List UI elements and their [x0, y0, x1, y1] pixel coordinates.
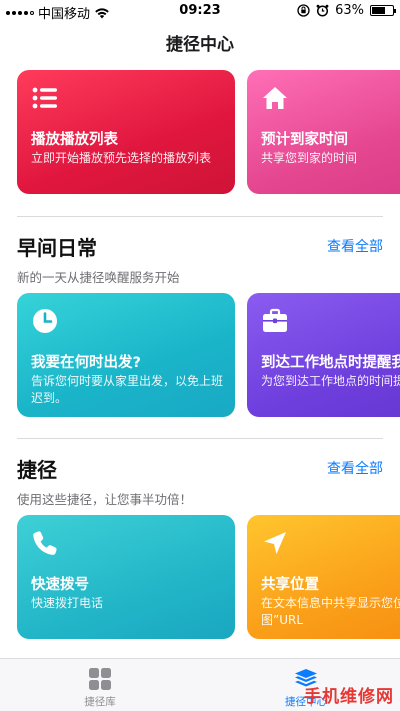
shortcut-card-share-location[interactable]: 共享位置 在文本信息中共享显示您位置的“地图”URL — [247, 515, 400, 639]
section-header-shortcuts: 捷径 查看全部 使用这些捷径，让您事半功倍！ — [17, 454, 383, 508]
card-title: 我要在何时出发? — [31, 355, 141, 371]
watermark: 手机维修网 — [304, 687, 394, 707]
section-header-morning: 早间日常 查看全部 新的一天从捷径唤醒服务开始 — [17, 232, 383, 286]
card-title: 播放播放列表 — [31, 132, 118, 148]
tab-bar: 捷径库 捷径中心 手机维修网 — [0, 658, 400, 711]
tab-label: 捷径库 — [84, 696, 116, 708]
section-subtitle: 使用这些捷径，让您事半功倍！ — [17, 492, 193, 507]
see-all-button[interactable]: 查看全部 — [327, 458, 383, 478]
status-right: 63% — [297, 3, 396, 18]
morning-card-row[interactable]: 我要在何时出发? 告诉您何时要从家里出发，以免上班迟到。 到达工作地点时提醒我 … — [17, 293, 400, 417]
page-title: 捷径中心 — [166, 35, 234, 55]
card-description: 为您到达工作地点的时间提醒事项 — [261, 374, 400, 388]
shortcut-card-arrive-work-reminder[interactable]: 到达工作地点时提醒我 为您到达工作地点的时间提醒事项 — [247, 293, 400, 417]
phone-icon — [33, 531, 57, 555]
battery-icon — [370, 5, 396, 16]
section-divider — [17, 438, 383, 439]
shortcuts-card-row[interactable]: 快速拨号 快速拨打电话 共享位置 在文本信息中共享显示您位置的“地图”URL — [17, 515, 400, 639]
card-description: 在文本信息中共享显示您位置的“地图”URL — [261, 596, 400, 627]
section-divider — [17, 216, 383, 217]
shortcut-card-when-to-leave[interactable]: 我要在何时出发? 告诉您何时要从家里出发，以免上班迟到。 — [17, 293, 235, 417]
battery-percent: 63% — [335, 3, 364, 18]
alarm-icon — [316, 4, 329, 17]
card-title: 快速拨号 — [31, 577, 89, 593]
gallery-content[interactable]: 播放播放列表 立即开始播放预先选择的播放列表 预计到家时间 共享您到家的时间 早… — [0, 68, 400, 658]
card-title: 共享位置 — [261, 577, 319, 593]
shortcut-card-play-playlist[interactable]: 播放播放列表 立即开始播放预先选择的播放列表 — [17, 70, 235, 194]
top-card-row[interactable]: 播放播放列表 立即开始播放预先选择的播放列表 预计到家时间 共享您到家的时间 — [17, 70, 400, 194]
list-icon — [32, 87, 57, 109]
card-description: 快速拨打电话 — [31, 596, 104, 610]
tab-library[interactable]: 捷径库 — [40, 667, 160, 709]
location-arrow-icon — [264, 532, 286, 554]
home-icon — [263, 87, 287, 109]
card-description: 立即开始播放预先选择的播放列表 — [31, 151, 212, 165]
orientation-lock-icon — [297, 4, 310, 17]
see-all-button[interactable]: 查看全部 — [327, 236, 383, 256]
shortcut-card-home-eta[interactable]: 预计到家时间 共享您到家的时间 — [247, 70, 400, 194]
card-description: 共享您到家的时间 — [261, 151, 358, 165]
grid-icon — [89, 668, 111, 690]
card-title: 到达工作地点时提醒我 — [261, 355, 400, 371]
navigation-bar: 捷径中心 — [0, 22, 400, 68]
clock-icon — [33, 309, 57, 333]
card-title: 预计到家时间 — [261, 132, 348, 148]
section-subtitle: 新的一天从捷径唤醒服务开始 — [17, 270, 180, 285]
status-bar: 中国移动 09:23 63% — [0, 0, 400, 22]
shortcut-card-speed-dial[interactable]: 快速拨号 快速拨打电话 — [17, 515, 235, 639]
briefcase-icon — [263, 308, 287, 332]
card-description: 告诉您何时要从家里出发，以免上班迟到。 — [31, 374, 224, 405]
